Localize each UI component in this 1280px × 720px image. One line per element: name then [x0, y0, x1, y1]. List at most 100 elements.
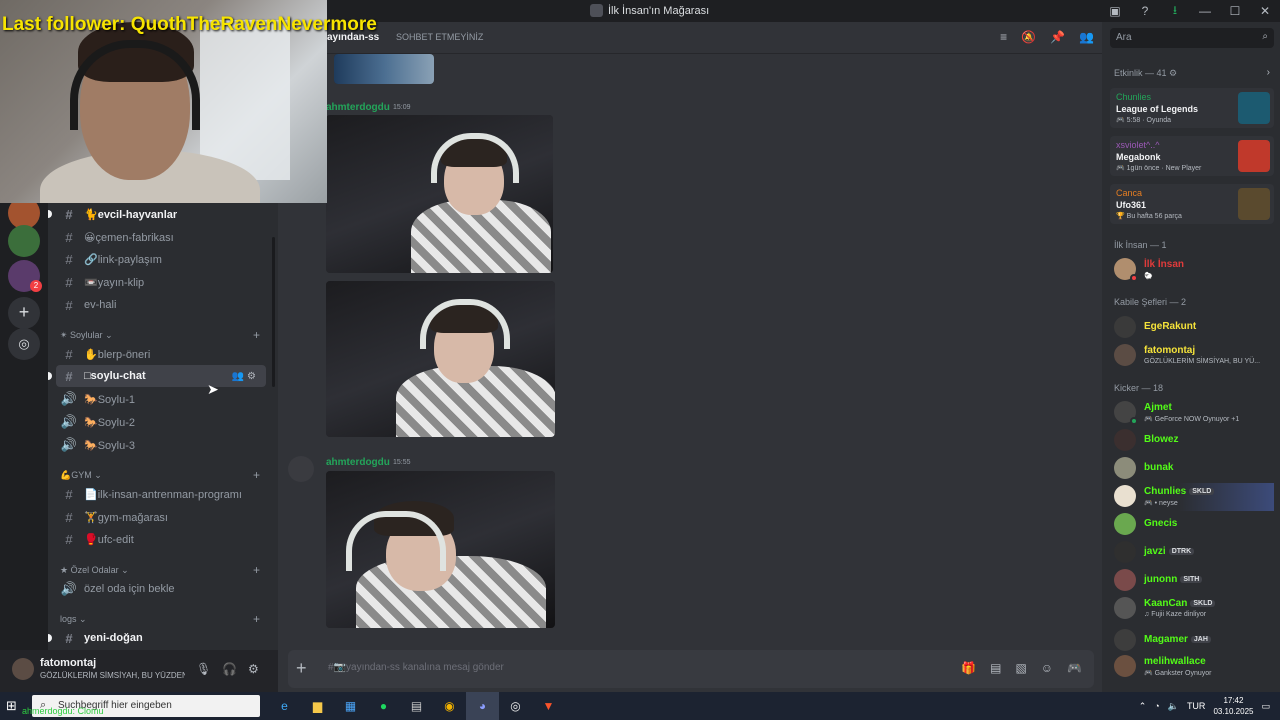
- network-icon[interactable]: ◔: [1154, 701, 1159, 711]
- channel-link-paylasim[interactable]: # 🔗link-paylaşım: [56, 248, 266, 270]
- add-server-icon[interactable]: +: [8, 297, 40, 329]
- gif-icon[interactable]: ▤: [990, 661, 1001, 675]
- attach-icon[interactable]: +: [296, 658, 307, 679]
- threads-icon[interactable]: ≡: [1000, 30, 1007, 44]
- channel-settings-icon[interactable]: 👥 ⚙: [232, 371, 256, 382]
- activity-card[interactable]: Chunlies League of Legends 🎮 5:58 · Oyun…: [1110, 88, 1274, 128]
- category-gym[interactable]: 💪GYM ⌄ +: [60, 466, 270, 484]
- member-row[interactable]: fatomontaj GÖZLÜKLERİM SİMSİYAH, BU YÜ..…: [1114, 342, 1274, 370]
- channel-antrenman-programi[interactable]: # 📄ilk-insan-antrenman-programı: [56, 483, 266, 505]
- help-icon[interactable]: ?: [1130, 4, 1160, 18]
- emoji-icon[interactable]: ☺: [1041, 661, 1053, 675]
- member-list-icon[interactable]: 👥: [1079, 30, 1094, 44]
- obs-icon[interactable]: ◎: [499, 692, 532, 720]
- composer-placeholder: #📷yayından-ss kanalına mesaj gönder: [328, 662, 504, 673]
- channel-cemen-fabrikasi[interactable]: # 😀çemen-fabrikası: [56, 226, 266, 248]
- add-channel-icon[interactable]: +: [253, 563, 260, 577]
- mention-badge: 2: [30, 280, 42, 292]
- member-row[interactable]: javzi DTRK: [1114, 539, 1274, 567]
- channel-ev-hali[interactable]: # ev-hali: [56, 294, 266, 316]
- microphone-icon[interactable]: 🎙: [196, 662, 211, 676]
- settings-icon[interactable]: ⚙: [248, 662, 259, 676]
- avatar[interactable]: [288, 456, 314, 482]
- store-icon[interactable]: ▦: [334, 692, 367, 720]
- edge-icon[interactable]: e: [268, 692, 301, 720]
- category-soylular[interactable]: ✴ Soylular ⌄ +: [60, 326, 270, 344]
- channel-blerp-oneri[interactable]: # ✋blerp-öneri: [56, 343, 266, 365]
- activity-card[interactable]: Canca Ufo361 🏆 Bu hafta 56 parça: [1110, 184, 1274, 224]
- hash-icon: #: [65, 346, 73, 362]
- member-row[interactable]: bunak: [1114, 455, 1274, 483]
- chat-area: ayından-ss SOHBET ETMEYİNİZ ≡ 🔕 📌 👥 ahmt…: [278, 22, 1102, 692]
- voice-channel-soylu-1[interactable]: 🔊 🐎Soylu-1: [56, 388, 266, 410]
- speaker-icon: 🔊: [60, 391, 78, 406]
- gift-icon[interactable]: 🎁: [961, 661, 976, 675]
- close-button[interactable]: ✕: [1250, 4, 1280, 18]
- file-explorer-icon[interactable]: ▆: [301, 692, 334, 720]
- channel-ufc-edit[interactable]: # 🥊ufc-edit: [56, 528, 266, 550]
- voice-channel-soylu-2[interactable]: 🔊 🐎Soylu-2: [56, 411, 266, 433]
- pin-icon[interactable]: 📌: [1050, 30, 1065, 44]
- clock[interactable]: 17:42 03.10.2025: [1213, 695, 1253, 717]
- message-author[interactable]: ahmterdogdu: [326, 457, 390, 468]
- headphones-icon[interactable]: 🎧: [222, 662, 237, 676]
- message-author[interactable]: ahmterdogdu: [326, 102, 390, 113]
- windows-start-icon[interactable]: ⊞: [6, 698, 17, 714]
- guild-tag: SKLD: [1189, 487, 1215, 495]
- download-icon[interactable]: ⭳: [1160, 1, 1190, 22]
- explore-icon[interactable]: ◎: [8, 328, 40, 360]
- member-row[interactable]: Magamer JAH: [1114, 627, 1274, 655]
- avatar: [1114, 513, 1136, 535]
- category-ozel-odalar[interactable]: ★ Özel Odalar ⌄ +: [60, 561, 270, 579]
- minimize-button[interactable]: —: [1190, 4, 1220, 18]
- activities-icon[interactable]: 🎮: [1067, 661, 1082, 675]
- hash-icon: #: [65, 368, 73, 384]
- member-row[interactable]: junonn SITH: [1114, 567, 1274, 595]
- inbox-icon[interactable]: ▣: [1100, 4, 1130, 18]
- image-attachment[interactable]: [334, 54, 434, 84]
- volume-icon[interactable]: 🔈: [1168, 701, 1179, 712]
- avatar[interactable]: [12, 658, 34, 680]
- channel-soylu-chat[interactable]: # □soylu-chat 👥 ⚙: [48, 365, 266, 387]
- calculator-icon[interactable]: ▤: [400, 692, 433, 720]
- message-composer[interactable]: + #📷yayından-ss kanalına mesaj gönder 🎁 …: [288, 650, 1094, 688]
- image-attachment[interactable]: [326, 471, 555, 628]
- category-logs[interactable]: logs ⌄ +: [60, 610, 270, 628]
- spotify-icon[interactable]: ●: [367, 692, 400, 720]
- chevron-right-icon[interactable]: ›: [1267, 67, 1270, 78]
- chrome-icon[interactable]: ◉: [433, 692, 466, 720]
- brave-icon[interactable]: ▼: [532, 692, 565, 720]
- voice-channel-ozel-oda[interactable]: 🔊 özel oda için bekle: [56, 578, 266, 600]
- notification-icon[interactable]: ▭: [1261, 701, 1270, 712]
- search-input[interactable]: Ara ⌕: [1110, 28, 1274, 48]
- add-channel-icon[interactable]: +: [253, 328, 260, 342]
- channel-evcil-hayvanlar[interactable]: # 🐈evcil-hayvanlar: [48, 203, 266, 225]
- member-row[interactable]: Ajmet 🎮 GeForce NOW Oynuyor +1: [1114, 399, 1274, 427]
- channel-yeni-dogan[interactable]: # yeni-doğan: [48, 627, 266, 649]
- voice-channel-soylu-3[interactable]: 🔊 🐎Soylu-3: [56, 434, 266, 456]
- activity-card[interactable]: xsviolet^..^ Megabonk 🎮 1gün önce · New …: [1110, 136, 1274, 176]
- sticker-icon[interactable]: ▧: [1015, 661, 1026, 675]
- speaker-icon: 🔊: [60, 414, 78, 429]
- add-channel-icon[interactable]: +: [253, 468, 260, 482]
- channel-yayin-klip[interactable]: # 📼yayın-klip: [56, 271, 266, 293]
- language-indicator[interactable]: TUR: [1187, 701, 1206, 711]
- member-row[interactable]: KaanCan SKLD ♫ Fujii Kaze dinliyor: [1114, 595, 1274, 623]
- add-channel-icon[interactable]: +: [253, 612, 260, 626]
- sidebar-scrollbar[interactable]: [272, 237, 275, 387]
- avatar: [1114, 655, 1136, 677]
- member-row[interactable]: Gnecis: [1114, 511, 1274, 539]
- member-row[interactable]: melihwallace 🎮 Gankster Oynuyor: [1114, 653, 1274, 681]
- maximize-button[interactable]: ☐: [1220, 4, 1250, 18]
- member-row[interactable]: Chunlies SKLD 🎮 • neyse: [1114, 483, 1274, 511]
- channel-gym-magarasi[interactable]: # 🏋gym-mağarası: [56, 506, 266, 528]
- server-icon-2[interactable]: [8, 225, 40, 257]
- discord-icon[interactable]: ◕: [466, 692, 499, 720]
- notifications-icon[interactable]: 🔕: [1021, 30, 1036, 44]
- chevron-up-icon[interactable]: ⌃: [1139, 701, 1147, 712]
- image-attachment[interactable]: [326, 281, 555, 437]
- image-attachment[interactable]: [326, 115, 553, 273]
- member-row[interactable]: EgeRakunt: [1114, 314, 1274, 342]
- member-row[interactable]: İlk İnsan 🐑: [1114, 256, 1274, 284]
- member-row[interactable]: Blowez: [1114, 427, 1274, 455]
